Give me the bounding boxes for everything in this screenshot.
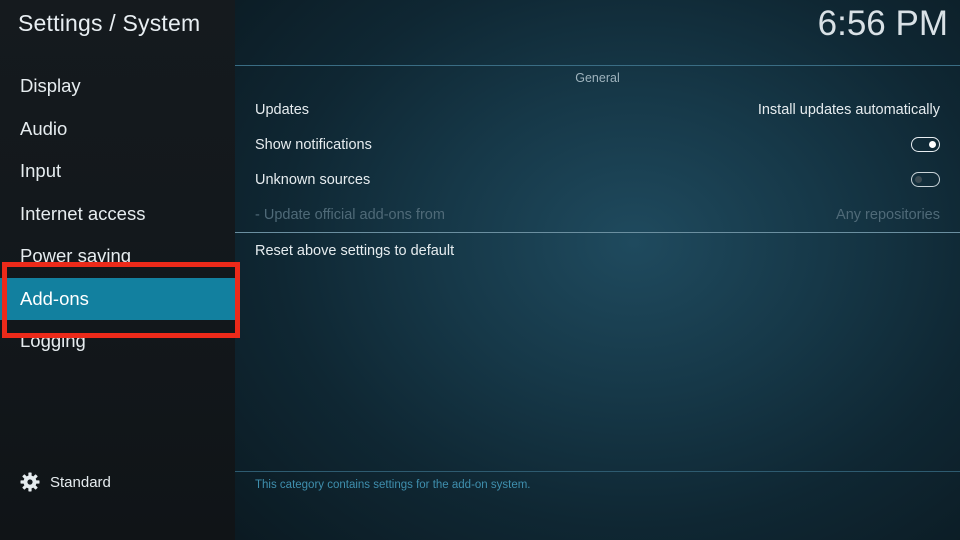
sidebar-item-audio[interactable]: Audio bbox=[0, 108, 235, 151]
reset-settings-label: Reset above settings to default bbox=[255, 242, 455, 259]
toggle-switch-on[interactable] bbox=[911, 137, 940, 152]
settings-level-label: Standard bbox=[50, 473, 111, 491]
bottom-divider bbox=[235, 471, 960, 472]
setting-show-notifications[interactable]: Show notifications bbox=[255, 127, 940, 162]
setting-update-official-addons-from: - Update official add-ons from Any repos… bbox=[255, 197, 940, 232]
setting-label: - Update official add-ons from bbox=[255, 206, 445, 223]
setting-value: Install updates automatically bbox=[757, 101, 940, 118]
clock: 6:56 PM bbox=[817, 4, 948, 43]
sidebar-item-add-ons[interactable]: Add-ons bbox=[0, 277, 235, 320]
settings-screen: Settings / System 6:56 PM Display Audio … bbox=[0, 0, 960, 540]
section-header: General bbox=[575, 71, 620, 85]
category-help-text: This category contains settings for the … bbox=[255, 479, 531, 491]
sidebar-item-power-saving[interactable]: Power saving bbox=[0, 235, 235, 278]
toggle-switch-off[interactable] bbox=[911, 172, 940, 187]
reset-settings-button[interactable]: Reset above settings to default bbox=[255, 233, 940, 268]
page-title: Settings / System bbox=[18, 10, 201, 36]
sidebar-item-logging[interactable]: Logging bbox=[0, 320, 235, 363]
top-divider bbox=[235, 65, 960, 66]
setting-label: Updates bbox=[255, 101, 310, 118]
setting-label: Unknown sources bbox=[255, 171, 371, 188]
category-list: Display Audio Input Internet access Powe… bbox=[0, 65, 235, 363]
sidebar-item-internet-access[interactable]: Internet access bbox=[0, 193, 235, 236]
setting-label: Show notifications bbox=[255, 136, 372, 153]
sidebar-item-input[interactable]: Input bbox=[0, 150, 235, 193]
gear-icon bbox=[20, 472, 40, 492]
setting-updates[interactable]: Updates Install updates automatically bbox=[255, 92, 940, 127]
setting-value: Any repositories bbox=[836, 206, 940, 223]
setting-unknown-sources[interactable]: Unknown sources bbox=[255, 162, 940, 197]
settings-level-button[interactable]: Standard bbox=[20, 472, 111, 492]
sidebar-item-display[interactable]: Display bbox=[0, 65, 235, 108]
